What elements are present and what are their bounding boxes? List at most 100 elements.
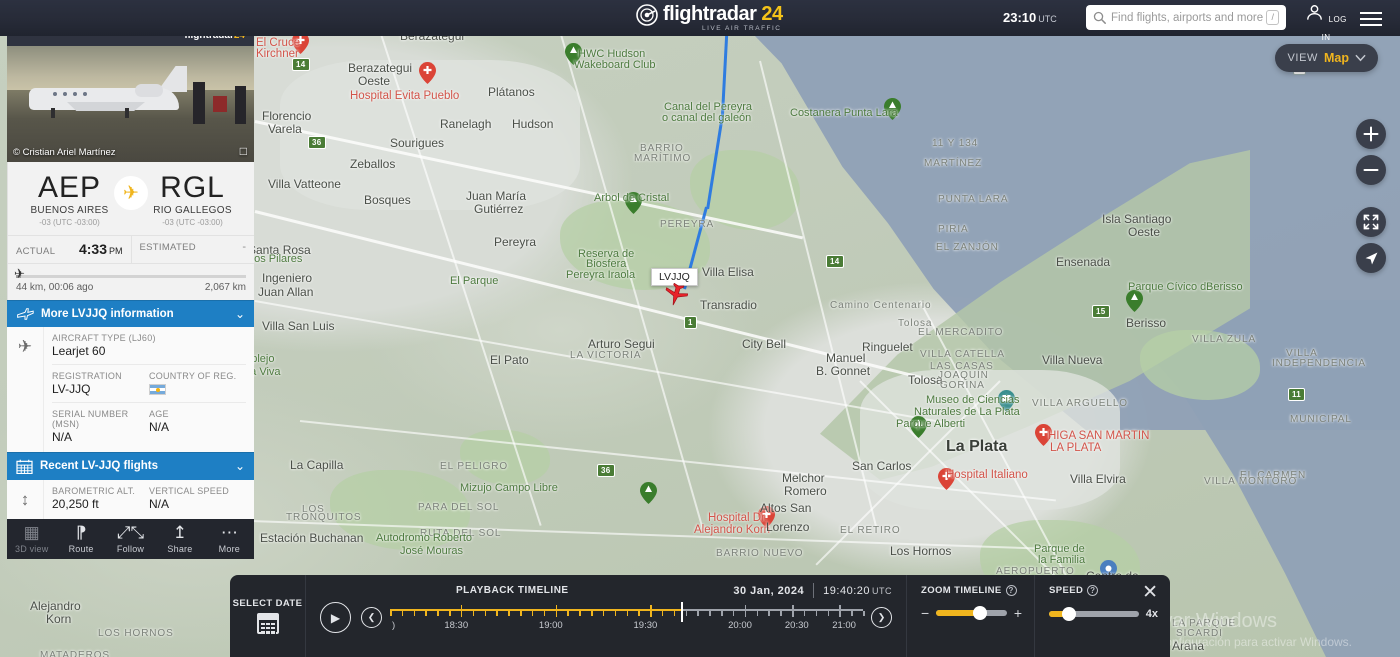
progress-bar: ✈ — [14, 266, 246, 281]
action-label: Route — [68, 543, 94, 554]
altitude-fields: BAROMETRIC ALT. 20,250 ft VERTICAL SPEED… — [44, 480, 254, 519]
fullscreen-button[interactable] — [1356, 207, 1386, 237]
select-date-label: SELECT DATE — [232, 598, 303, 609]
action-share[interactable]: ↥ Share — [155, 523, 204, 554]
zoom-out-button[interactable] — [1356, 155, 1386, 185]
login-button[interactable]: LOG IN — [1305, 3, 1347, 45]
map-highway-shield: 15 — [1092, 305, 1110, 318]
timeline-tick — [721, 611, 723, 616]
help-icon[interactable]: ? — [1087, 585, 1099, 596]
timeline-tick — [543, 611, 546, 616]
timeline-playhead[interactable] — [680, 602, 683, 622]
close-icon[interactable]: ✕ — [1142, 583, 1158, 602]
action-follow[interactable]: ⤢⤡ Follow — [106, 523, 155, 554]
timeline-date: 30 Jan, 2024 — [733, 584, 805, 597]
timeline-tick — [827, 611, 830, 616]
speed-slider-knob[interactable] — [1061, 607, 1076, 621]
field-value: 20,250 ft — [52, 496, 99, 511]
calendar-icon — [256, 613, 279, 634]
timeline-tick — [614, 611, 617, 616]
timeline-tick — [851, 611, 853, 616]
timeline-tick — [626, 611, 628, 616]
route-icon: ⁋ — [75, 522, 87, 542]
zoom-increase-button[interactable]: + — [1014, 606, 1022, 620]
map-highway-shield: 14 — [826, 255, 844, 268]
timeline-tick — [555, 605, 558, 617]
zoom-timeline-label: ZOOM TIMELINE — [921, 585, 1002, 596]
help-icon[interactable]: ? — [1005, 585, 1017, 596]
timeline-tick-label: 18:30 — [444, 620, 469, 631]
search-input[interactable] — [1111, 11, 1267, 24]
expand-icon[interactable]: □ — [240, 144, 247, 158]
aircraft-photo[interactable]: © Cristian Ariel Martínez □ — [7, 46, 254, 162]
timeline-tick — [602, 611, 605, 616]
timeline-time: 19:40:20 UTC — [823, 585, 892, 597]
section-header-more-info[interactable]: More LVJJQ information ⌄ — [7, 299, 254, 327]
zoom-decrease-button[interactable]: − — [921, 606, 929, 620]
times-row: ACTUAL 4:33 PM ESTIMATED - — [8, 234, 254, 263]
timeline-tick — [472, 611, 475, 616]
timeline-tick-label: 19:00 — [538, 620, 563, 631]
flightradar24-logo[interactable]: flightradar 24 LIVE AIR TRAFFIC — [636, 3, 783, 32]
timeline-partial-label: ) — [392, 620, 396, 631]
photo-jet-engine — [135, 84, 163, 97]
field-value: Learjet 60 — [52, 343, 106, 358]
locate-button[interactable] — [1356, 243, 1386, 273]
section-title: More LVJJQ information — [41, 307, 174, 320]
aircraft-marker-icon[interactable] — [664, 283, 688, 307]
origin-airport[interactable]: AEP BUENOS AIRES -03 (UTC -03:00) — [8, 172, 131, 227]
actual-label: ACTUAL — [16, 245, 56, 257]
museum-pin-icon — [998, 390, 1015, 412]
barometric-altitude-field: BAROMETRIC ALT. 20,250 ft — [52, 486, 149, 511]
hospital-pin-icon — [938, 468, 955, 490]
speed-slider[interactable] — [1049, 607, 1139, 621]
previous-button[interactable]: ❮ — [361, 607, 382, 628]
zoom-in-button[interactable] — [1356, 119, 1386, 149]
action-route[interactable]: ⁋ Route — [56, 523, 105, 554]
map-highway-shield: 14 — [292, 58, 310, 71]
hamburger-icon[interactable] — [1360, 8, 1382, 30]
aircraft-type-field: AIRCRAFT TYPE (LJ60) Learjet 60 — [52, 333, 246, 358]
select-date-button[interactable]: SELECT DATE — [230, 575, 306, 657]
section-body-recent-flights: ↕ BAROMETRIC ALT. 20,250 ft VERTICAL SPE… — [7, 479, 254, 519]
altitude-icon: ↕ — [7, 479, 44, 519]
timeline-time-value: 19:40:20 — [823, 584, 870, 597]
timeline-tick-label: 20:30 — [784, 620, 809, 631]
field-row: SERIAL NUMBER (MSN) N/A AGE N/A — [52, 401, 246, 444]
field-label: BAROMETRIC ALT. — [52, 485, 136, 496]
timeline-tick — [390, 611, 392, 616]
destination-airport[interactable]: RGL RIO GALLEGOS -03 (UTC -03:00) — [131, 172, 254, 227]
timeline-ruler[interactable]: 18:30 19:00 19:30 20:00 20:30 21:00 ) — [390, 602, 865, 633]
play-button[interactable]: ▶ — [320, 602, 351, 633]
action-more[interactable]: ⋯ More — [205, 523, 254, 554]
action-3d-view[interactable]: ▦ 3D view — [7, 523, 56, 554]
section-header-recent-flights[interactable]: Recent LV-JJQ flights ⌄ — [7, 451, 254, 480]
timeline-played — [390, 609, 681, 611]
timeline-tick-label: 20:00 — [728, 620, 752, 631]
timeline-tick — [780, 611, 782, 616]
actual-value: 4:33 — [78, 240, 107, 257]
more-dots-icon: ⋯ — [220, 522, 238, 542]
timeline-tick — [685, 611, 688, 616]
photo-person — [193, 82, 205, 124]
zoom-slider-knob[interactable] — [972, 606, 987, 620]
view-mode-selector[interactable]: VIEW Map — [1275, 44, 1378, 72]
logo-text: flightradar — [663, 3, 757, 25]
zoom-timeline-label-row: ZOOM TIMELINE ? — [921, 585, 1022, 596]
country-of-reg-field: COUNTRY OF REG. — [149, 371, 246, 396]
search-bar[interactable]: / — [1086, 5, 1286, 30]
zoom-slider[interactable] — [936, 606, 1007, 620]
argentina-flag-icon — [149, 383, 166, 395]
timeline-tick — [401, 611, 404, 616]
park-pin-icon — [1126, 290, 1143, 312]
timeline-tick-label: 19:30 — [633, 620, 658, 631]
progress-labels: 44 km, 00:06 ago 2,067 km — [16, 282, 246, 293]
cube-lock-icon: ▦ — [23, 522, 40, 542]
next-button[interactable]: ❯ — [871, 607, 892, 628]
photo-jet-wing — [67, 102, 145, 111]
logo-accent: 24 — [761, 3, 783, 25]
timeline-tick — [579, 611, 581, 616]
progress-airplane-icon: ✈ — [14, 265, 25, 281]
estimated-value: - — [242, 240, 246, 253]
field-label: VERTICAL SPEED — [149, 485, 230, 496]
